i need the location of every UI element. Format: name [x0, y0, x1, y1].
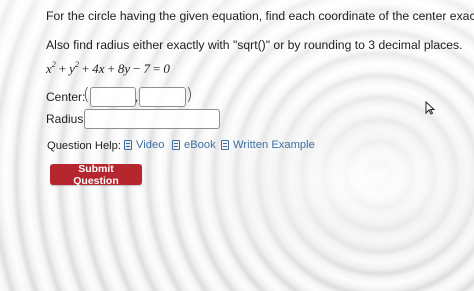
- eq-term-8y: 8y: [117, 61, 131, 76]
- eq-equals: =: [153, 61, 161, 76]
- document-icon: [172, 140, 180, 150]
- written-example-link-label: Written Example: [233, 139, 315, 151]
- question-text-line-1: For the circle having the given equation…: [46, 9, 474, 23]
- document-icon: [124, 140, 132, 150]
- question-panel: For the circle having the given equation…: [0, 0, 474, 291]
- center-close-paren: ): [186, 85, 193, 105]
- mouse-cursor-icon: [425, 101, 435, 115]
- eq-minus: −: [133, 61, 141, 76]
- center-x-input[interactable]: [90, 87, 136, 107]
- video-link[interactable]: Video: [124, 139, 164, 151]
- submit-question-button[interactable]: Submit Question: [50, 163, 142, 187]
- eq-term-4x: 4x: [92, 61, 105, 76]
- center-y-input[interactable]: [139, 87, 186, 107]
- eq-plus-2: +: [81, 61, 90, 76]
- center-label: Center:: [46, 90, 86, 104]
- radius-label: Radius:: [46, 112, 87, 126]
- center-comma: ,: [135, 92, 139, 104]
- radius-input[interactable]: [84, 109, 220, 129]
- document-icon: [221, 140, 229, 150]
- written-example-link[interactable]: Written Example: [221, 139, 315, 151]
- eq-rhs: 0: [163, 61, 170, 76]
- circle-equation: x2 + y2 +4x +8y −7 = 0: [46, 60, 170, 77]
- eq-plus-1: +: [58, 61, 67, 76]
- question-text-line-2: Also find radius either exactly with "sq…: [46, 38, 463, 52]
- video-link-label: Video: [136, 139, 165, 151]
- center-open-paren: (: [83, 85, 90, 105]
- question-help-label: Question Help:: [47, 140, 122, 152]
- ebook-link-label: eBook: [184, 139, 216, 151]
- ebook-link[interactable]: eBook: [172, 139, 216, 151]
- eq-plus-3: +: [107, 61, 115, 76]
